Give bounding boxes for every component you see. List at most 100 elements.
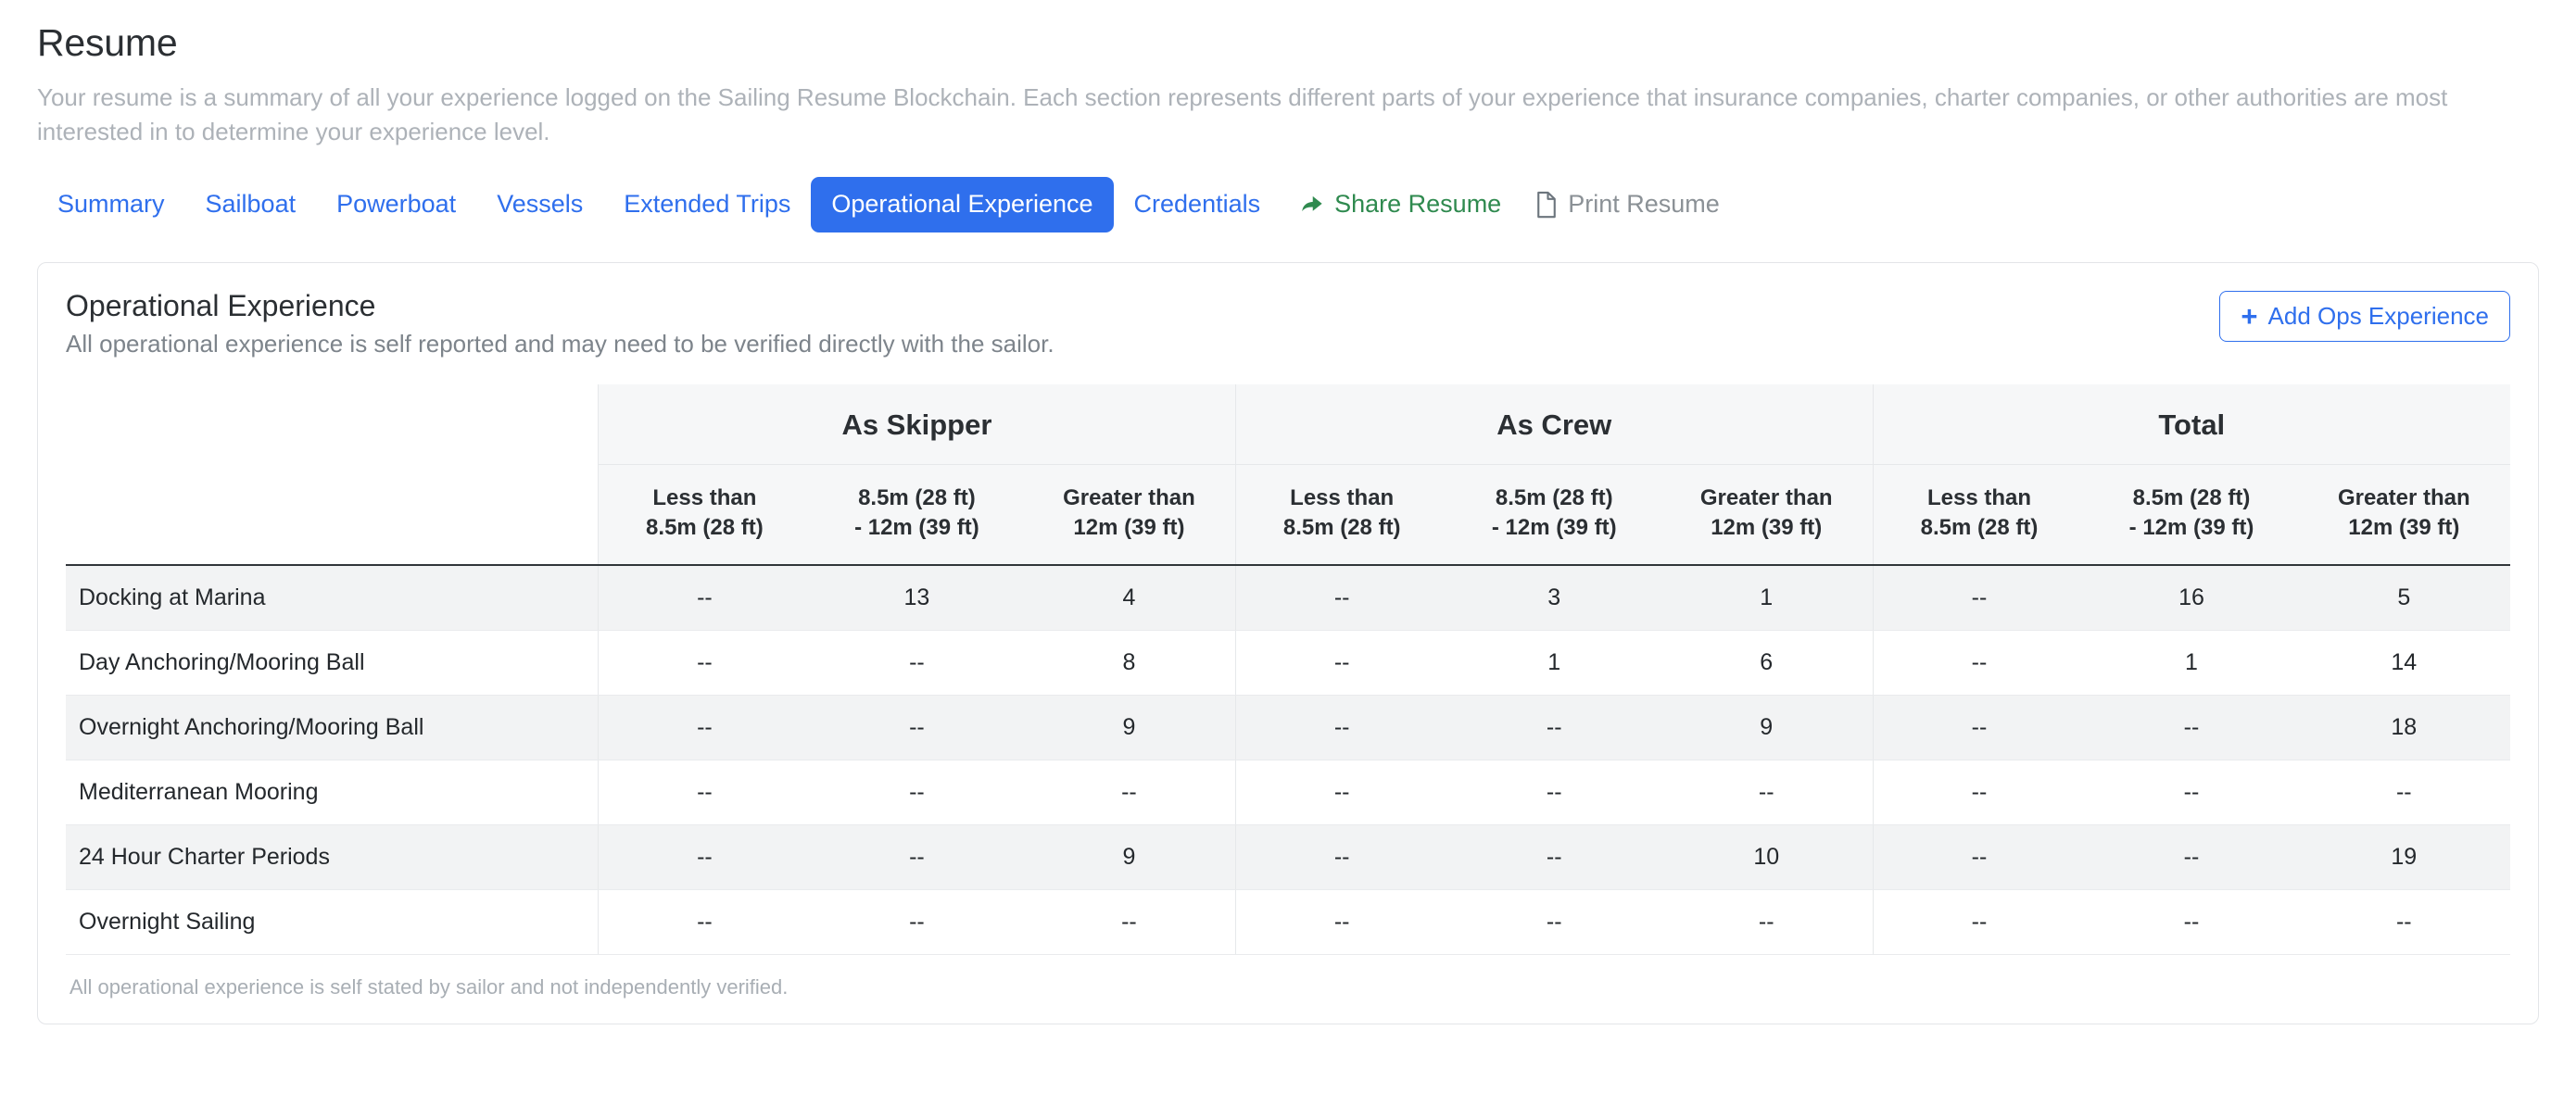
row-value: 1 — [1660, 564, 1874, 631]
row-value: -- — [2085, 695, 2298, 760]
sub-header-line1: 8.5m (28 ft) — [2132, 484, 2251, 510]
sub-header-line1: Less than — [1290, 484, 1395, 510]
tab-extended-trips[interactable]: Extended Trips — [603, 177, 811, 232]
tab-credentials[interactable]: Credentials — [1114, 177, 1282, 232]
table-footnote: All operational experience is self state… — [69, 974, 789, 999]
row-value: -- — [1872, 760, 2086, 825]
sub-header-line1: Greater than — [1699, 484, 1833, 510]
operational-experience-card: Operational Experience All operational e… — [37, 262, 2539, 1024]
card-header: Operational Experience All operational e… — [66, 287, 2510, 360]
page-title: Resume — [37, 21, 178, 64]
row-value: 10 — [1660, 824, 1874, 890]
row-value: -- — [2085, 824, 2298, 890]
row-value: -- — [598, 695, 811, 760]
group-header-total: Total — [1872, 383, 2510, 465]
operational-experience-table: As Skipper As Crew Total Less than 8.5m … — [66, 383, 2510, 955]
row-value: -- — [1447, 760, 1661, 825]
sub-header-total-greater-than: Greater than 12m (39 ft) — [2297, 464, 2510, 566]
sub-header-line1: Greater than — [2337, 484, 2470, 510]
tab-powerboat[interactable]: Powerboat — [316, 177, 476, 232]
sub-header-skipper-mid: 8.5m (28 ft) - 12m (39 ft) — [810, 464, 1024, 566]
row-value: -- — [810, 630, 1024, 696]
row-value: -- — [1872, 630, 2086, 696]
row-value: -- — [810, 760, 1024, 825]
row-value: 14 — [2297, 630, 2510, 696]
row-value: 1 — [2085, 630, 2298, 696]
row-label: Overnight Sailing — [66, 889, 599, 955]
group-header-blank — [66, 383, 599, 465]
row-value: 9 — [1023, 824, 1236, 890]
row-value: 5 — [2297, 564, 2510, 631]
plus-icon: + — [2241, 299, 2258, 333]
add-ops-experience-button[interactable]: + Add Ops Experience — [2219, 291, 2510, 342]
sub-header-line2: - 12m (39 ft) — [1491, 515, 1617, 541]
row-value: -- — [1660, 760, 1874, 825]
sub-header-line2: - 12m (39 ft) — [2128, 515, 2254, 541]
tab-sailboat[interactable]: Sailboat — [185, 177, 317, 232]
row-value: -- — [1872, 564, 2086, 631]
sub-header-skipper-greater-than: Greater than 12m (39 ft) — [1023, 464, 1236, 566]
row-label: Mediterranean Mooring — [66, 760, 599, 825]
row-value: -- — [810, 889, 1024, 955]
row-value: -- — [598, 564, 811, 631]
table-row: 24 Hour Charter Periods -- -- 9 -- -- 10 -- -- 19 — [66, 824, 2510, 890]
row-value: -- — [598, 889, 811, 955]
share-arrow-icon — [1297, 192, 1325, 218]
row-label: 24 Hour Charter Periods — [66, 824, 599, 890]
row-value: -- — [2085, 889, 2298, 955]
row-value: -- — [1872, 824, 2086, 890]
card-heading-group: Operational Experience All operational e… — [66, 287, 1054, 360]
row-value: -- — [1872, 695, 2086, 760]
row-value: -- — [2297, 760, 2510, 825]
row-label: Day Anchoring/Mooring Ball — [66, 630, 599, 696]
print-resume-button[interactable]: Print Resume — [1518, 177, 1736, 232]
sub-header-line1: Greater than — [1063, 484, 1195, 510]
row-value: -- — [1234, 889, 1448, 955]
sub-header-line2: 8.5m (28 ft) — [646, 515, 764, 541]
sub-header-blank — [66, 464, 599, 566]
group-header-row: As Skipper As Crew Total — [66, 383, 2510, 465]
sub-header-line2: 12m (39 ft) — [1073, 515, 1185, 541]
table-head: As Skipper As Crew Total Less than 8.5m … — [66, 383, 2510, 566]
sub-header-total-mid: 8.5m (28 ft) - 12m (39 ft) — [2085, 464, 2298, 566]
table-row: Docking at Marina -- 13 4 -- 3 1 -- 16 5 — [66, 564, 2510, 631]
sub-header-line1: Less than — [1926, 484, 2031, 510]
add-ops-experience-label: Add Ops Experience — [2267, 302, 2489, 330]
row-value: 19 — [2297, 824, 2510, 890]
row-value: -- — [1234, 695, 1448, 760]
row-value: -- — [598, 760, 811, 825]
row-value: -- — [1023, 889, 1236, 955]
row-value: -- — [1023, 760, 1236, 825]
row-value: 16 — [2085, 564, 2298, 631]
row-value: 18 — [2297, 695, 2510, 760]
print-resume-label: Print Resume — [1568, 190, 1720, 219]
tab-vessels[interactable]: Vessels — [476, 177, 603, 232]
row-value: 13 — [810, 564, 1024, 631]
row-value: 3 — [1447, 564, 1661, 631]
row-value: -- — [1447, 695, 1661, 760]
row-value: 9 — [1023, 695, 1236, 760]
row-value: -- — [2085, 760, 2298, 825]
table-row: Overnight Anchoring/Mooring Ball -- -- 9 -- -… — [66, 695, 2510, 760]
row-value: -- — [1447, 824, 1661, 890]
sub-header-line2: 12m (39 ft) — [2348, 515, 2460, 541]
tab-operational-experience[interactable]: Operational Experience — [811, 177, 1114, 232]
resume-tabs: Summary Sailboat Powerboat Vessels Exten… — [37, 177, 2539, 232]
row-label: Docking at Marina — [66, 564, 599, 631]
sub-header-total-less-than: Less than 8.5m (28 ft) — [1872, 464, 2086, 566]
row-value: -- — [1234, 824, 1448, 890]
card-title: Operational Experience — [66, 289, 376, 322]
card-subtitle: All operational experience is self repor… — [66, 330, 1054, 358]
sub-header-line2: 8.5m (28 ft) — [1282, 515, 1401, 541]
sub-header-crew-less-than: Less than 8.5m (28 ft) — [1234, 464, 1448, 566]
row-label: Overnight Anchoring/Mooring Ball — [66, 695, 599, 760]
tab-summary[interactable]: Summary — [37, 177, 185, 232]
share-resume-button[interactable]: Share Resume — [1281, 177, 1518, 232]
sub-header-line1: 8.5m (28 ft) — [1495, 484, 1613, 510]
row-value: 6 — [1660, 630, 1874, 696]
sub-header-line2: - 12m (39 ft) — [854, 515, 979, 541]
row-value: -- — [1234, 564, 1448, 631]
share-resume-label: Share Resume — [1334, 190, 1502, 219]
table-row: Day Anchoring/Mooring Ball -- -- 8 -- 1 6 -- 1 14 — [66, 630, 2510, 696]
sub-header-line2: 12m (39 ft) — [1711, 515, 1823, 541]
